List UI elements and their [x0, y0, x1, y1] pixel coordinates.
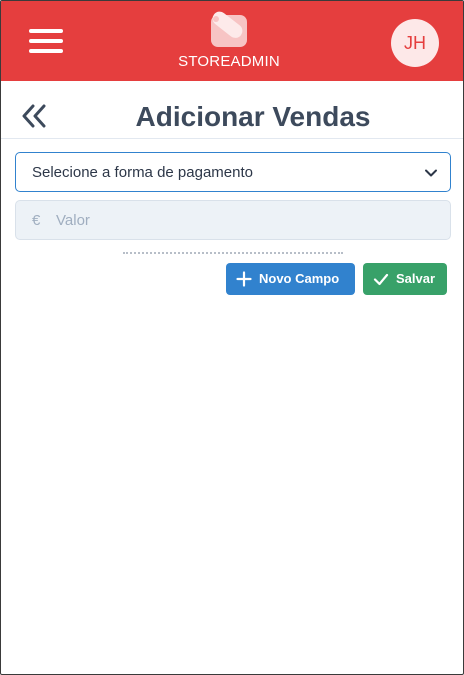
menu-bar — [29, 39, 63, 43]
value-input[interactable] — [56, 201, 436, 239]
save-label: Salvar — [396, 271, 436, 286]
payment-method-select[interactable]: Selecione a forma de pagamento — [15, 152, 451, 192]
title-bar: Adicionar Vendas — [1, 81, 463, 139]
chevron-down-icon — [425, 169, 437, 177]
brand[interactable]: STOREADMIN — [169, 7, 289, 73]
save-button[interactable]: Salvar — [363, 263, 447, 295]
dotted-divider — [123, 252, 343, 254]
user-avatar[interactable]: JH — [391, 19, 439, 67]
new-field-button[interactable]: Novo Campo — [226, 263, 355, 295]
payment-method-selected: Selecione a forma de pagamento — [32, 164, 253, 181]
check-icon — [373, 273, 389, 286]
app-frame: STOREADMIN JH Adicionar Vendas Selecione… — [0, 0, 464, 675]
hamburger-menu-icon[interactable] — [29, 27, 65, 55]
currency-symbol: € — [32, 212, 41, 229]
store-tag-logo-icon — [211, 11, 247, 47]
menu-bar — [29, 29, 63, 33]
top-header: STOREADMIN JH — [1, 1, 463, 81]
value-field: € — [15, 200, 451, 240]
plus-icon — [236, 271, 252, 287]
menu-bar — [29, 49, 63, 53]
page-title: Adicionar Vendas — [135, 101, 371, 132]
brand-name: STOREADMIN — [178, 53, 280, 70]
new-field-label: Novo Campo — [259, 271, 340, 286]
